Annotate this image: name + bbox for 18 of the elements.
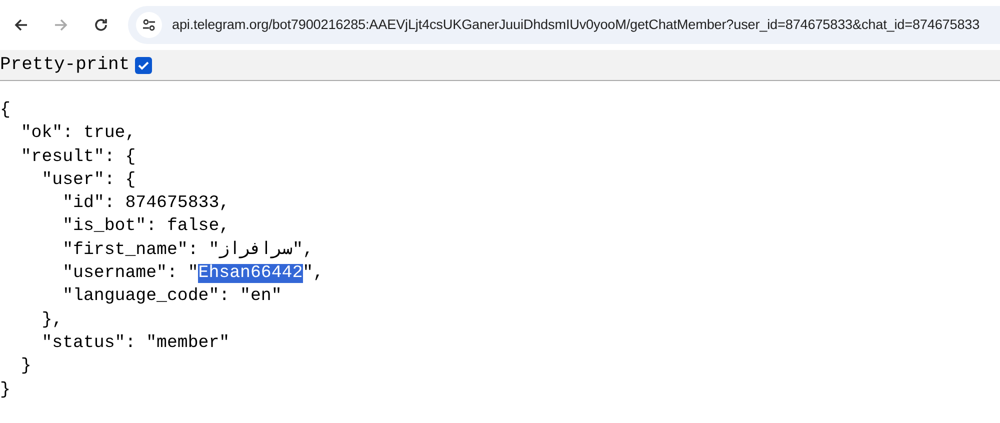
json-line: "username": "Ehsan66442", — [62, 263, 324, 286]
pretty-print-label: Pretty-print — [0, 54, 130, 76]
json-line: "first_name": "سرافراز", — [62, 240, 314, 262]
json-line: "ok": true, — [20, 123, 136, 146]
json-line: "language_code": "en" — [62, 286, 282, 308]
url-text: api.telegram.org/bot7900216285:AAEVjLjt4csUKGanerJuuiDhdsmIUv0yooM/getChatMember?user_id=874675833&chat_id=874675833 — [172, 16, 980, 34]
json-line: }, — [40, 310, 63, 332]
address-bar[interactable]: api.telegram.org/bot7900216285:AAEVjLjt4csUKGanerJuuiDhdsmIUv0yooM/getChatMember?user_id=874675833&chat_id=874675833 — [128, 6, 1000, 44]
json-line: "user": { — [40, 170, 136, 192]
json-line: "is_bot": false, — [62, 216, 230, 238]
pretty-print-checkbox[interactable] — [134, 56, 152, 74]
site-settings-icon[interactable] — [136, 12, 162, 38]
json-line: } — [0, 380, 10, 402]
json-line: "result": { — [20, 146, 136, 169]
json-line: "id": 874675833, — [62, 193, 230, 216]
json-line: } — [20, 356, 32, 378]
json-line: "status": "member" — [40, 332, 230, 355]
json-line: { — [0, 100, 10, 122]
